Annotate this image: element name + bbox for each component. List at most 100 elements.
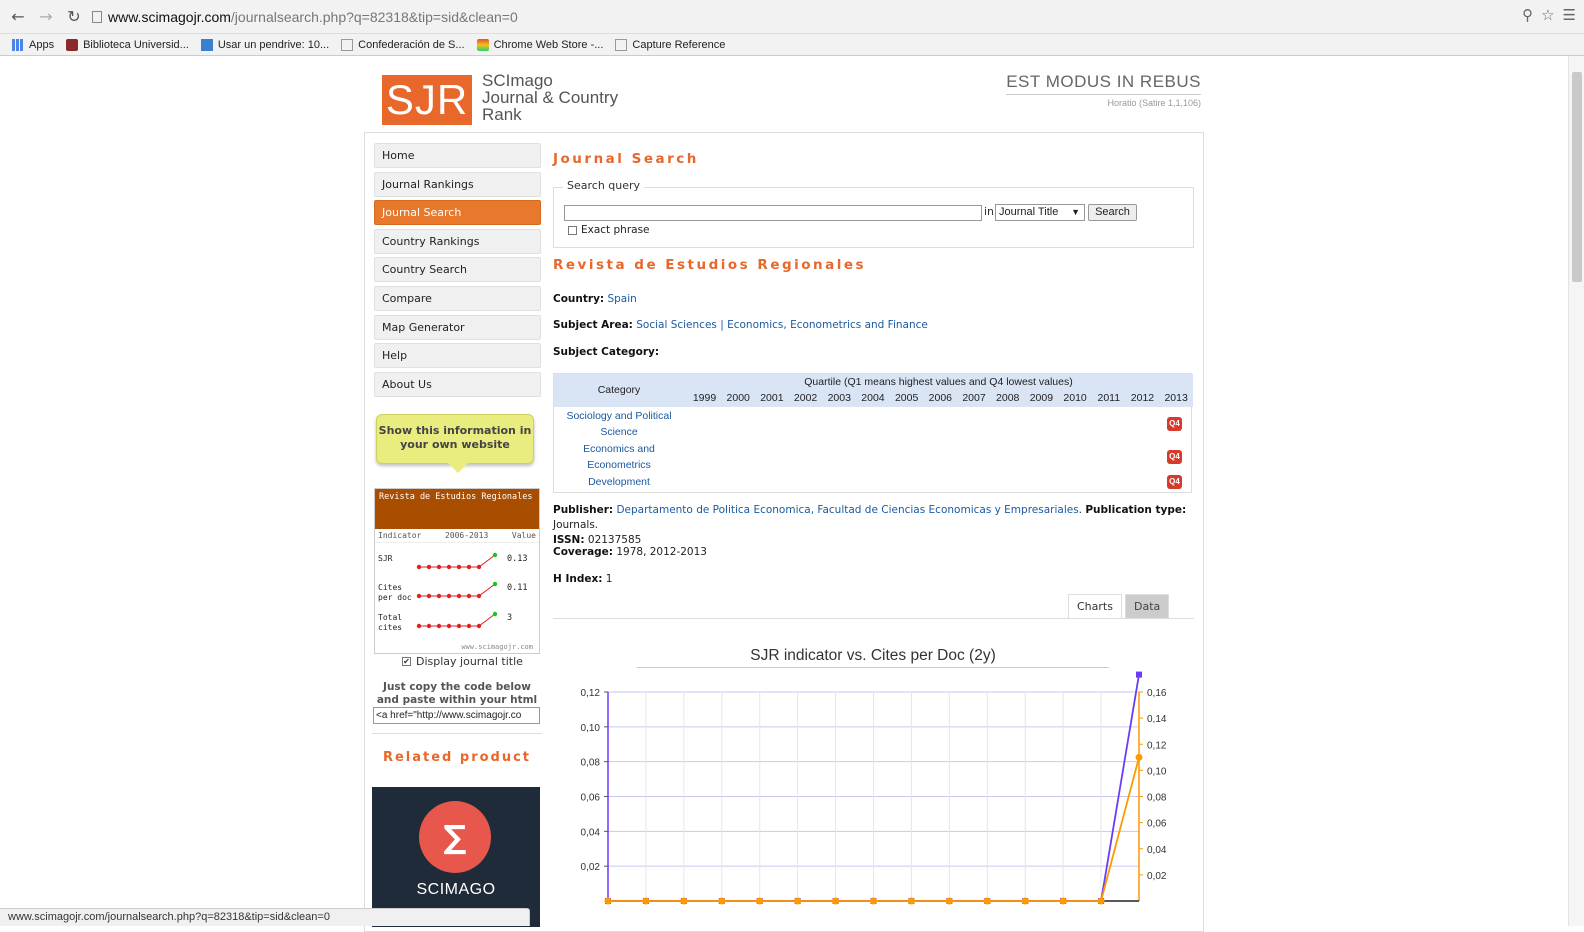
y-left-tick-label: 0,06 xyxy=(581,793,601,804)
sidebar-item-country-search[interactable]: Country Search xyxy=(374,257,541,282)
year-header: 2009 xyxy=(1025,390,1059,407)
series-point-2 xyxy=(832,898,839,905)
sparkline-point xyxy=(493,582,497,586)
search-input[interactable] xyxy=(564,205,982,221)
sparkline-point xyxy=(447,594,451,598)
back-icon[interactable]: ← xyxy=(8,7,28,27)
series-point-2 xyxy=(680,898,687,905)
motto-text: EST MODUS IN REBUS xyxy=(1006,72,1201,95)
y-right-tick-label: 0,02 xyxy=(1147,871,1167,882)
category-link[interactable]: Economics and Econometrics xyxy=(554,441,684,473)
year-header: 2010 xyxy=(1058,390,1092,407)
series-point-2 xyxy=(794,898,801,905)
journal-title: Revista de Estudios Regionales xyxy=(553,257,866,273)
series-point-2 xyxy=(605,898,612,905)
y-left-tick-label: 0,02 xyxy=(581,862,601,873)
sparkline xyxy=(419,584,495,596)
series-point-2 xyxy=(642,898,649,905)
chart-tabs: Charts Data xyxy=(553,594,1194,619)
scroll-thumb[interactable] xyxy=(1572,72,1582,282)
year-header: 2003 xyxy=(822,390,856,407)
page-icon xyxy=(615,39,627,51)
hindex-info: H Index: 1 xyxy=(553,573,612,585)
year-header: 2011 xyxy=(1092,390,1126,407)
year-header: 2000 xyxy=(721,390,755,407)
sparkline-point xyxy=(417,565,421,569)
bookmark-apps[interactable]: Apps xyxy=(12,39,54,51)
sidebar-item-about-us[interactable]: About Us xyxy=(374,372,541,397)
related-product-banner[interactable]: ∑ SCIMAGO xyxy=(372,787,540,927)
sparkline-point xyxy=(417,624,421,628)
zoom-icon[interactable]: ⚲ xyxy=(1522,6,1533,24)
bookmark-capture[interactable]: Capture Reference xyxy=(615,39,725,51)
menu-icon[interactable]: ☰ xyxy=(1563,6,1576,24)
search-in-label: in xyxy=(984,205,994,218)
bookmark-chrome-store[interactable]: Chrome Web Store -... xyxy=(477,39,604,51)
embed-code-field[interactable]: <a href="http://www.scimagojr.co xyxy=(373,707,540,724)
country-info: Country: Spain xyxy=(553,293,637,305)
sidebar-menu: Home Journal Rankings Journal Search Cou… xyxy=(374,143,541,400)
sidebar-item-country-rankings[interactable]: Country Rankings xyxy=(374,229,541,254)
year-header: 2005 xyxy=(890,390,924,407)
bookmark-pendrive[interactable]: Usar un pendrive: 10... xyxy=(201,39,329,51)
series-point-1 xyxy=(1136,672,1142,678)
star-icon[interactable]: ☆ xyxy=(1541,6,1554,24)
store-icon xyxy=(477,39,489,51)
reload-icon[interactable]: ↻ xyxy=(64,7,84,27)
sidebar-item-home[interactable]: Home xyxy=(374,143,541,168)
search-button[interactable]: Search xyxy=(1088,204,1137,221)
sidebar-item-journal-rankings[interactable]: Journal Rankings xyxy=(374,172,541,197)
sparkline-point xyxy=(437,594,441,598)
url-path: /journalsearch.php?q=82318&tip=sid&clean… xyxy=(231,9,518,25)
y-right-tick-label: 0,12 xyxy=(1147,740,1167,751)
sidebar-item-compare[interactable]: Compare xyxy=(374,286,541,311)
quartile-table: Category Quartile (Q1 means highest valu… xyxy=(553,373,1192,493)
y-right-tick-label: 0,08 xyxy=(1147,793,1167,804)
series-point-2 xyxy=(1136,754,1143,761)
widget-footer: www.scimagojr.com xyxy=(461,643,533,651)
sjr-logo[interactable]: SJR xyxy=(382,75,472,125)
sidebar-item-map-generator[interactable]: Map Generator xyxy=(374,315,541,340)
widget-row-label: SJR xyxy=(378,554,416,564)
tab-charts[interactable]: Charts xyxy=(1068,594,1122,618)
category-header: Category xyxy=(554,374,684,407)
sidebar-item-journal-search[interactable]: Journal Search xyxy=(374,200,541,225)
sjr-chart: SJR indicator vs. Cites per Doc (2y) 0,0… xyxy=(553,640,1194,926)
publisher-info: Publisher: Departamento de Politica Econ… xyxy=(553,503,1194,548)
subject-area-info: Subject Area: Social Sciences | Economic… xyxy=(553,319,928,331)
search-scope-select[interactable]: Journal Title ▼ xyxy=(995,204,1085,221)
show-info-button[interactable]: Show this information in your own websit… xyxy=(376,414,534,464)
bookmark-confederacion[interactable]: Confederación de S... xyxy=(341,39,464,51)
journal-widget[interactable]: Revista de Estudios Regionales Indicator… xyxy=(374,488,540,654)
divider xyxy=(372,733,542,734)
year-header: 2012 xyxy=(1126,390,1160,407)
category-link[interactable]: Development xyxy=(554,474,684,490)
exact-phrase-option[interactable]: Exact phrase xyxy=(568,224,650,236)
forward-icon[interactable]: → xyxy=(36,7,56,27)
scrollbar[interactable] xyxy=(1568,56,1584,926)
bookmark-biblioteca[interactable]: Biblioteca Universid... xyxy=(66,39,189,51)
subject-area-link[interactable]: Social Sciences | Economics, Econometric… xyxy=(636,319,928,331)
series-point-2 xyxy=(718,898,725,905)
sparkline-point xyxy=(417,594,421,598)
page-icon xyxy=(341,39,353,51)
display-title-option[interactable]: ✔ Display journal title xyxy=(402,655,523,668)
address-bar[interactable]: www.scimagojr.com/journalsearch.php?q=82… xyxy=(92,9,518,25)
sparkline-point xyxy=(467,565,471,569)
tab-data[interactable]: Data xyxy=(1125,594,1169,618)
publisher-link[interactable]: Departamento de Politica Economica, Facu… xyxy=(616,504,1078,516)
speech-tip xyxy=(448,463,468,473)
series-point-2 xyxy=(946,898,953,905)
sparkline-point xyxy=(477,565,481,569)
year-header-row: 1999 2000 2001 2002 2003 2004 2005 2006 … xyxy=(684,390,1193,407)
category-link[interactable]: Sociology and Political Science xyxy=(554,408,684,440)
series-point-2 xyxy=(1060,898,1067,905)
coverage-info: Coverage: 1978, 2012-2013 xyxy=(553,546,707,558)
quartile-badge: Q4 xyxy=(1167,417,1182,431)
widget-row-value: 3 xyxy=(507,613,512,623)
checkbox-checked-icon[interactable]: ✔ xyxy=(402,657,411,666)
country-link[interactable]: Spain xyxy=(607,293,636,305)
checkbox-icon[interactable] xyxy=(568,226,577,235)
sidebar-item-help[interactable]: Help xyxy=(374,343,541,368)
motto-source: Horatio (Satire 1,1,106) xyxy=(1006,98,1201,108)
